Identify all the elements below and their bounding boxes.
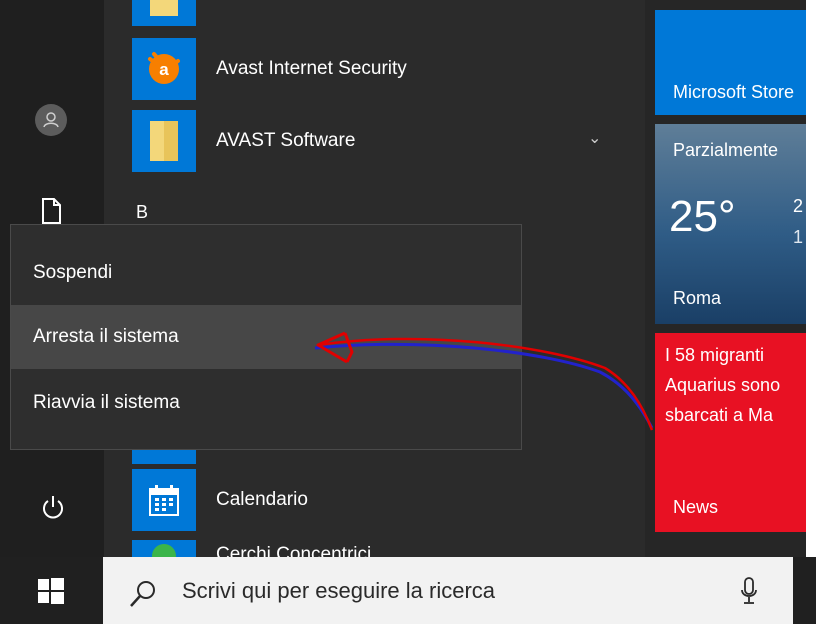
arrow-annotation	[314, 331, 654, 431]
windows-icon[interactable]	[38, 578, 64, 604]
search-icon[interactable]	[128, 579, 158, 609]
microphone-icon[interactable]	[740, 576, 758, 608]
search-input-placeholder[interactable]: Scrivi qui per eseguire la ricerca	[182, 578, 495, 604]
